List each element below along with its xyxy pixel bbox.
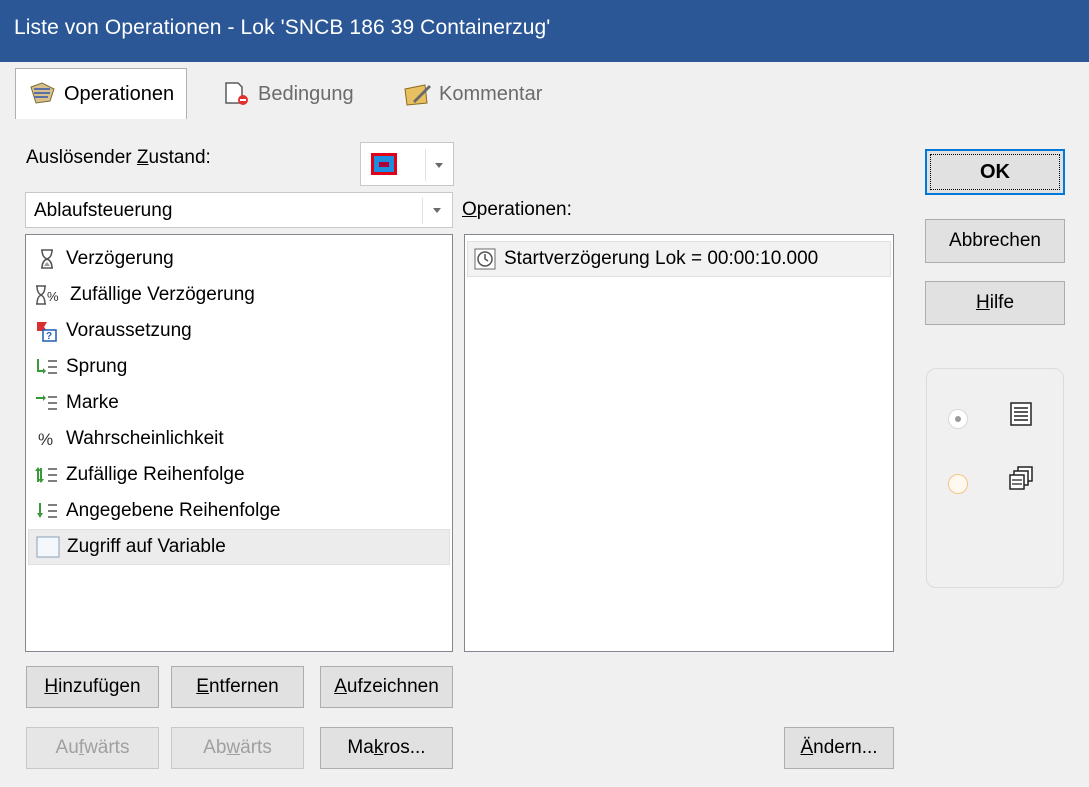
dialog-body: Operationen Bedingung Kommentar Auslösen…: [0, 62, 1089, 787]
category-value: Ablaufsteuerung: [34, 200, 173, 221]
tab-bedingung-label: Bedingung: [258, 82, 354, 105]
up-label-pre: Au: [55, 737, 79, 758]
remove-accel: E: [196, 676, 209, 697]
down-label-rest: ärts: [240, 737, 272, 758]
svg-text:?: ?: [46, 331, 52, 342]
list-item[interactable]: Startverzögerung Lok = 00:00:10.000: [467, 241, 891, 277]
cancel-button[interactable]: Abbrechen: [925, 219, 1065, 263]
random-order-icon: [32, 463, 62, 487]
list-item[interactable]: % Wahrscheinlichkeit: [28, 421, 224, 457]
comment-pencil-icon: [403, 81, 433, 107]
list-item-label: Zufällige Verzögerung: [70, 284, 255, 305]
condition-icon: [222, 81, 252, 107]
list-item-selected[interactable]: Zugriff auf Variable: [28, 529, 450, 565]
title-bar: Liste von Operationen - Lok 'SNCB 186 39…: [0, 0, 1089, 62]
record-label: ufzeichnen: [346, 676, 439, 697]
signal-state-icon: [371, 153, 397, 175]
record-accel: A: [334, 676, 347, 697]
macros-button[interactable]: Ma k ros...: [320, 727, 453, 769]
remove-label: ntfernen: [208, 676, 279, 697]
list-item-label: Wahrscheinlichkeit: [66, 428, 224, 449]
change-accel: Ä: [800, 737, 814, 758]
list-item-label: Voraussetzung: [66, 320, 192, 341]
list-item[interactable]: Zufällige Reihenfolge: [28, 457, 245, 493]
random-delay-icon: %: [32, 283, 66, 307]
hourglass-icon: [32, 247, 62, 271]
ok-button[interactable]: OK: [925, 149, 1065, 195]
mark-icon: [32, 391, 62, 415]
list-item-label: Sprung: [66, 356, 128, 377]
down-accel: w: [226, 737, 241, 758]
list-item[interactable]: % Zufällige Verzögerung: [28, 277, 255, 313]
window-title: Liste von Operationen - Lok 'SNCB 186 39…: [14, 16, 551, 39]
cascade-view-icon: [1009, 465, 1033, 490]
precondition-flag-icon: ?: [32, 319, 62, 343]
tab-operationen-label: Operationen: [64, 82, 175, 105]
list-view-radio[interactable]: [948, 409, 968, 429]
remove-button[interactable]: Entfernen: [171, 666, 304, 708]
list-item-label: Zufällige Reihenfolge: [66, 464, 245, 485]
clock-icon: [470, 247, 500, 271]
focus-rectangle: [930, 154, 1060, 190]
jump-icon: [32, 355, 62, 379]
add-accel: H: [44, 676, 59, 697]
move-down-button[interactable]: Ab w ärts: [171, 727, 304, 769]
change-label: ndern...: [813, 737, 878, 758]
tab-operationen[interactable]: Operationen: [15, 68, 188, 119]
add-button[interactable]: Hinzufügen: [26, 666, 159, 708]
list-item-label: Marke: [66, 392, 119, 413]
macros-label-pre: Ma: [347, 737, 374, 758]
category-dropdown[interactable]: Ablaufsteuerung: [25, 192, 453, 228]
list-item-label: Angegebene Reihenfolge: [66, 500, 281, 521]
help-accel: H: [975, 292, 990, 313]
list-item[interactable]: Sprung: [28, 349, 127, 385]
chevron-down-icon: [433, 208, 441, 213]
record-button[interactable]: Aufzeichnen: [320, 666, 453, 708]
percent-icon: %: [32, 427, 62, 451]
down-label-pre: Ab: [203, 737, 227, 758]
move-up-button[interactable]: Au f wärts: [26, 727, 159, 769]
available-operations-list[interactable]: Verzögerung % Zufällige Verzögerung ? Vo…: [25, 234, 453, 652]
list-item[interactable]: Marke: [28, 385, 119, 421]
dropdown-separator: [425, 149, 426, 181]
view-options-group: [926, 368, 1064, 588]
tab-bedingung[interactable]: Bedingung: [222, 70, 354, 118]
list-view-icon: [1009, 401, 1033, 426]
add-label: inzufügen: [58, 676, 141, 697]
svg-text:%: %: [38, 430, 53, 449]
operations-label-rest: perationen:: [476, 199, 572, 220]
svg-text:%: %: [47, 289, 59, 304]
change-button[interactable]: Ändern...: [784, 727, 894, 769]
operations-list[interactable]: Startverzögerung Lok = 00:00:10.000: [464, 234, 894, 652]
tab-kommentar-label: Kommentar: [439, 82, 543, 105]
list-item[interactable]: Verzögerung: [28, 241, 174, 277]
variable-access-icon: [33, 535, 63, 559]
macros-accel: k: [373, 737, 384, 758]
trigger-label-pre: Auslösender: [26, 147, 137, 168]
list-item-label: Startverzögerung Lok = 00:00:10.000: [504, 248, 819, 269]
operations-list-label: Operationen:: [462, 199, 572, 221]
macros-label-rest: ros...: [383, 737, 426, 758]
trigger-state-dropdown[interactable]: [360, 142, 454, 186]
given-order-icon: [32, 499, 62, 523]
tab-strip: Operationen Bedingung Kommentar: [0, 62, 1089, 124]
cascade-view-radio[interactable]: [948, 474, 968, 494]
trigger-label-post: ustand:: [148, 147, 211, 168]
tab-kommentar[interactable]: Kommentar: [403, 70, 542, 118]
up-label-rest: wärts: [84, 737, 130, 758]
operations-label-accel: O: [462, 199, 477, 220]
list-item[interactable]: Angegebene Reihenfolge: [28, 493, 280, 529]
trigger-state-label: Auslösender Zustand:: [26, 147, 211, 169]
chevron-down-icon: [435, 163, 443, 168]
help-button[interactable]: Hilfe: [925, 281, 1065, 325]
list-item[interactable]: ? Voraussetzung: [28, 313, 192, 349]
help-label: ilfe: [989, 292, 1015, 313]
trigger-label-accel: Z: [136, 147, 149, 168]
cancel-label: Abbrechen: [949, 230, 1041, 251]
list-item-label: Zugriff auf Variable: [67, 536, 226, 557]
operations-hand-icon: [28, 81, 58, 107]
dropdown-separator: [422, 198, 423, 224]
list-item-label: Verzögerung: [66, 248, 174, 269]
